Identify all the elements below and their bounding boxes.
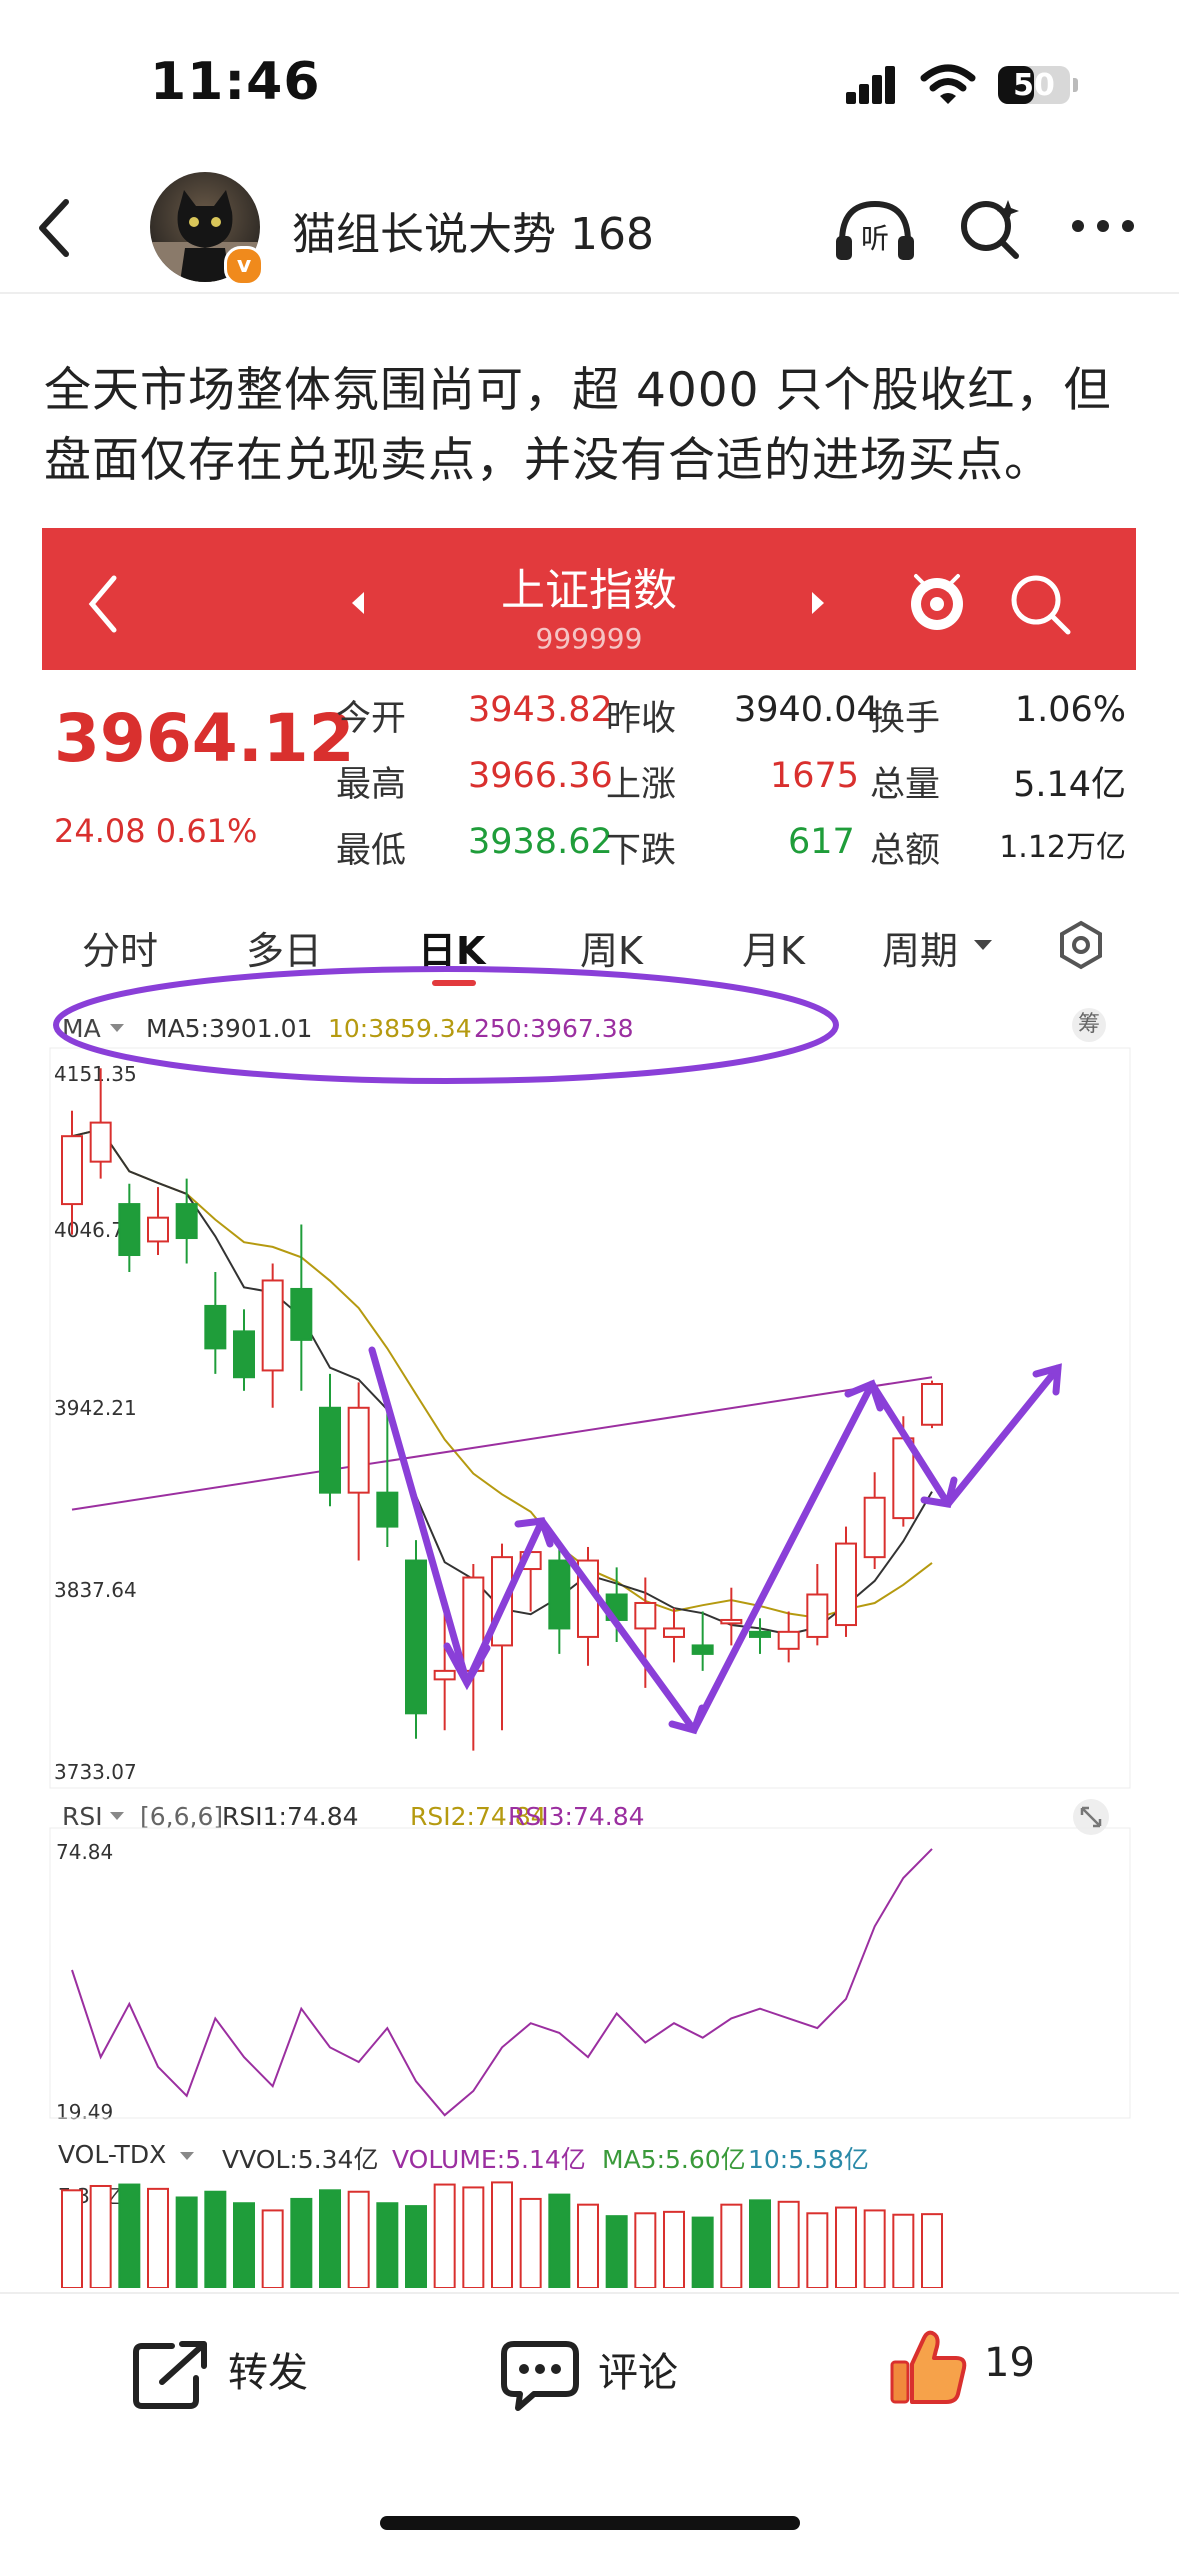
candle-body	[376, 1491, 399, 1528]
candle-body	[548, 1559, 571, 1630]
volume-bar	[519, 2197, 542, 2288]
candle-body	[147, 1216, 169, 1243]
volume-bar	[691, 2216, 714, 2288]
bottom-divider	[0, 2292, 1179, 2294]
candle-body	[319, 1406, 341, 1494]
candle-body	[921, 1383, 943, 1426]
author-name[interactable]: 猫组长说大势 168	[292, 198, 654, 262]
candle-body	[749, 1630, 771, 1638]
volume-bar	[863, 2209, 886, 2288]
volume-bar	[921, 2213, 943, 2288]
home-indicator	[380, 2516, 800, 2530]
volume-bar	[433, 2183, 456, 2288]
candle-body	[806, 1593, 829, 1638]
stock-chart	[49, 966, 1131, 2288]
forward-button[interactable]: 转发	[228, 2340, 308, 2398]
volume-bar	[491, 2181, 513, 2288]
volume-bar	[605, 2215, 628, 2288]
battery-icon: 50	[998, 66, 1070, 104]
volume-bar	[89, 2184, 112, 2288]
candle-body	[663, 1627, 685, 1638]
search-ai-icon[interactable]	[958, 194, 1024, 260]
battery-nub	[1073, 78, 1078, 92]
candle-body	[61, 1135, 83, 1206]
volume-bar	[720, 2203, 743, 2288]
candle-body	[233, 1330, 255, 1379]
candle-body	[835, 1542, 857, 1627]
ma-highlight-ellipse	[53, 966, 839, 1084]
volume-bar	[118, 2183, 141, 2288]
ma250-line	[71, 1376, 933, 1511]
candle-body	[175, 1203, 198, 1240]
volume-bar	[376, 2202, 399, 2288]
candle-body	[204, 1304, 227, 1350]
like-count: 19	[984, 2340, 1035, 2386]
rsi-line	[71, 1848, 933, 2117]
volume-bar	[663, 2210, 685, 2288]
volume-bar	[892, 2213, 915, 2288]
comment-icon[interactable]	[500, 2338, 580, 2414]
like-thumbs-up-icon[interactable]	[888, 2328, 968, 2408]
post-image-stock-screenshot[interactable]: 上证指数 999999 3964.12 24.08 0.61% 今开 3943.…	[42, 528, 1136, 2288]
verified-badge-icon: v	[224, 246, 264, 286]
battery-percentage: 50	[1013, 68, 1055, 103]
back-arrow-icon[interactable]	[34, 196, 74, 260]
volume-bar	[61, 2189, 83, 2288]
volume-bar	[347, 2190, 370, 2288]
volume-bar	[290, 2197, 313, 2288]
candle-body	[405, 1559, 427, 1715]
candle-body	[261, 1279, 284, 1372]
status-time: 11:46	[150, 52, 321, 112]
volume-bar	[835, 2206, 857, 2288]
volume-bar	[634, 2212, 657, 2288]
volume-bar	[147, 2187, 169, 2288]
listen-headphones-icon[interactable]: 听	[832, 196, 918, 262]
volume-bar	[233, 2202, 255, 2288]
header-divider	[0, 292, 1179, 294]
candle-body	[290, 1287, 313, 1341]
svg-text:听: 听	[861, 222, 889, 255]
volume-bar	[749, 2199, 771, 2288]
cellular-signal-icon	[846, 66, 896, 104]
candle-body	[347, 1406, 370, 1494]
volume-bar	[319, 2189, 341, 2288]
candle-body	[89, 1121, 112, 1163]
volume-bar	[577, 2203, 599, 2288]
volume-bar	[204, 2190, 227, 2288]
volume-bar	[261, 2209, 284, 2288]
volume-bar	[405, 2205, 427, 2288]
volume-bar	[806, 2212, 829, 2288]
wifi-icon	[920, 64, 976, 104]
volume-bar	[462, 2186, 485, 2288]
kline-panel-border	[49, 1047, 1131, 1789]
forward-icon[interactable]	[132, 2338, 212, 2410]
volume-bar	[175, 2196, 198, 2288]
candle-body	[777, 1630, 800, 1650]
candle-body	[118, 1203, 141, 1257]
candle-body	[863, 1496, 886, 1559]
rsi-panel-border	[49, 1827, 1131, 2119]
candle-body	[433, 1669, 456, 1681]
candle-body	[720, 1618, 743, 1625]
post-text: 全天市场整体氛围尚可，超 4000 只个股收红，但盘面仅存在兑现卖点，并没有合适…	[44, 363, 1112, 488]
more-options-icon[interactable]	[1070, 218, 1136, 234]
volume-bar	[777, 2200, 800, 2288]
candle-body	[691, 1644, 714, 1655]
comment-button[interactable]: 评论	[598, 2340, 678, 2398]
volume-bar	[548, 2193, 571, 2288]
candle-body	[634, 1601, 657, 1630]
